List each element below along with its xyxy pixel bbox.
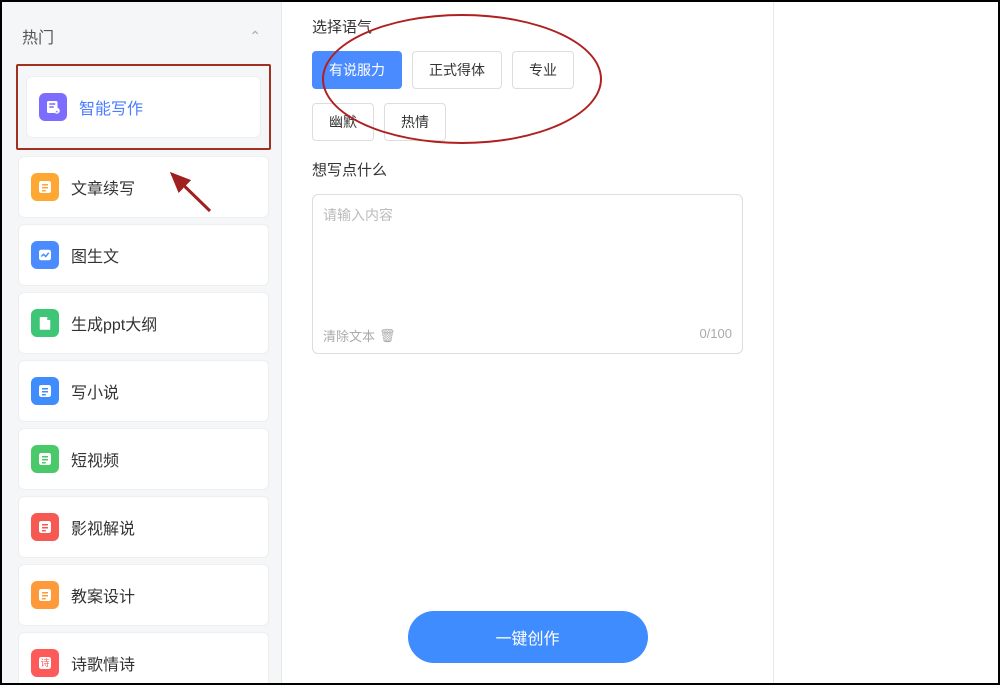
tone-section-label: 选择语气 <box>312 16 743 37</box>
clear-text-label: 清除文本 <box>323 326 375 345</box>
trash-icon: 🗑 <box>379 328 396 344</box>
svg-text:诗: 诗 <box>40 658 49 668</box>
main-panel: 选择语气 有说服力 正式得体 专业 幽默 热情 想写点什么 清除文本 🗑 0/1… <box>282 2 773 683</box>
char-counter: 0/100 <box>699 326 732 345</box>
generate-button[interactable]: 一键创作 <box>408 611 648 663</box>
tone-options-row2: 幽默 热情 <box>312 103 743 141</box>
sidebar-item-label: 文章续写 <box>71 175 135 199</box>
sidebar-item-label: 写小说 <box>71 379 119 403</box>
sidebar-item-short-video[interactable]: 短视频 <box>18 428 269 490</box>
sidebar-item-lesson-plan[interactable]: 教案设计 <box>18 564 269 626</box>
doc-lines-icon <box>31 513 59 541</box>
category-label: 热门 <box>22 24 54 48</box>
tone-humorous[interactable]: 幽默 <box>312 103 374 141</box>
sidebar-item-image-to-text[interactable]: 图生文 <box>18 224 269 286</box>
poem-icon: 诗 <box>31 649 59 677</box>
sidebar-item-label: 短视频 <box>71 447 119 471</box>
sidebar-item-ppt-outline[interactable]: 生成ppt大纲 <box>18 292 269 354</box>
doc-lines-icon <box>31 173 59 201</box>
doc-lines-icon <box>31 377 59 405</box>
content-input[interactable] <box>323 205 732 315</box>
right-panel <box>773 2 998 683</box>
sidebar-item-poetry[interactable]: 诗 诗歌情诗 <box>18 632 269 683</box>
sidebar-item-label: 影视解说 <box>71 515 135 539</box>
sidebar-item-smart-writing[interactable]: 智能写作 <box>26 76 261 138</box>
tone-formal[interactable]: 正式得体 <box>412 51 502 89</box>
chevron-up-icon: ⌃ <box>249 28 261 45</box>
sidebar-item-label: 生成ppt大纲 <box>71 311 157 335</box>
highlight-annotation: 智能写作 <box>16 64 271 150</box>
doc-pencil-icon <box>39 93 67 121</box>
doc-lines-icon <box>31 581 59 609</box>
doc-lines-icon <box>31 445 59 473</box>
tone-persuasive[interactable]: 有说服力 <box>312 51 402 89</box>
doc-fold-icon <box>31 309 59 337</box>
sidebar-item-movie-commentary[interactable]: 影视解说 <box>18 496 269 558</box>
sidebar-item-label: 图生文 <box>71 243 119 267</box>
tone-professional[interactable]: 专业 <box>512 51 574 89</box>
sidebar-item-continue-article[interactable]: 文章续写 <box>18 156 269 218</box>
content-section-label: 想写点什么 <box>312 159 743 180</box>
clear-text-button[interactable]: 清除文本 🗑 <box>323 326 396 345</box>
tone-options: 有说服力 正式得体 专业 <box>312 51 743 89</box>
sidebar-item-novel[interactable]: 写小说 <box>18 360 269 422</box>
sidebar-item-label: 诗歌情诗 <box>71 651 135 675</box>
category-hot[interactable]: 热门 ⌃ <box>10 10 273 62</box>
sidebar-item-label: 教案设计 <box>71 583 135 607</box>
tone-enthusiastic[interactable]: 热情 <box>384 103 446 141</box>
sidebar-item-label: 智能写作 <box>79 95 143 119</box>
sidebar: 热门 ⌃ 智能写作 文章续写 <box>2 2 282 683</box>
content-textarea-wrap: 清除文本 🗑 0/100 <box>312 194 743 354</box>
image-swap-icon <box>31 241 59 269</box>
